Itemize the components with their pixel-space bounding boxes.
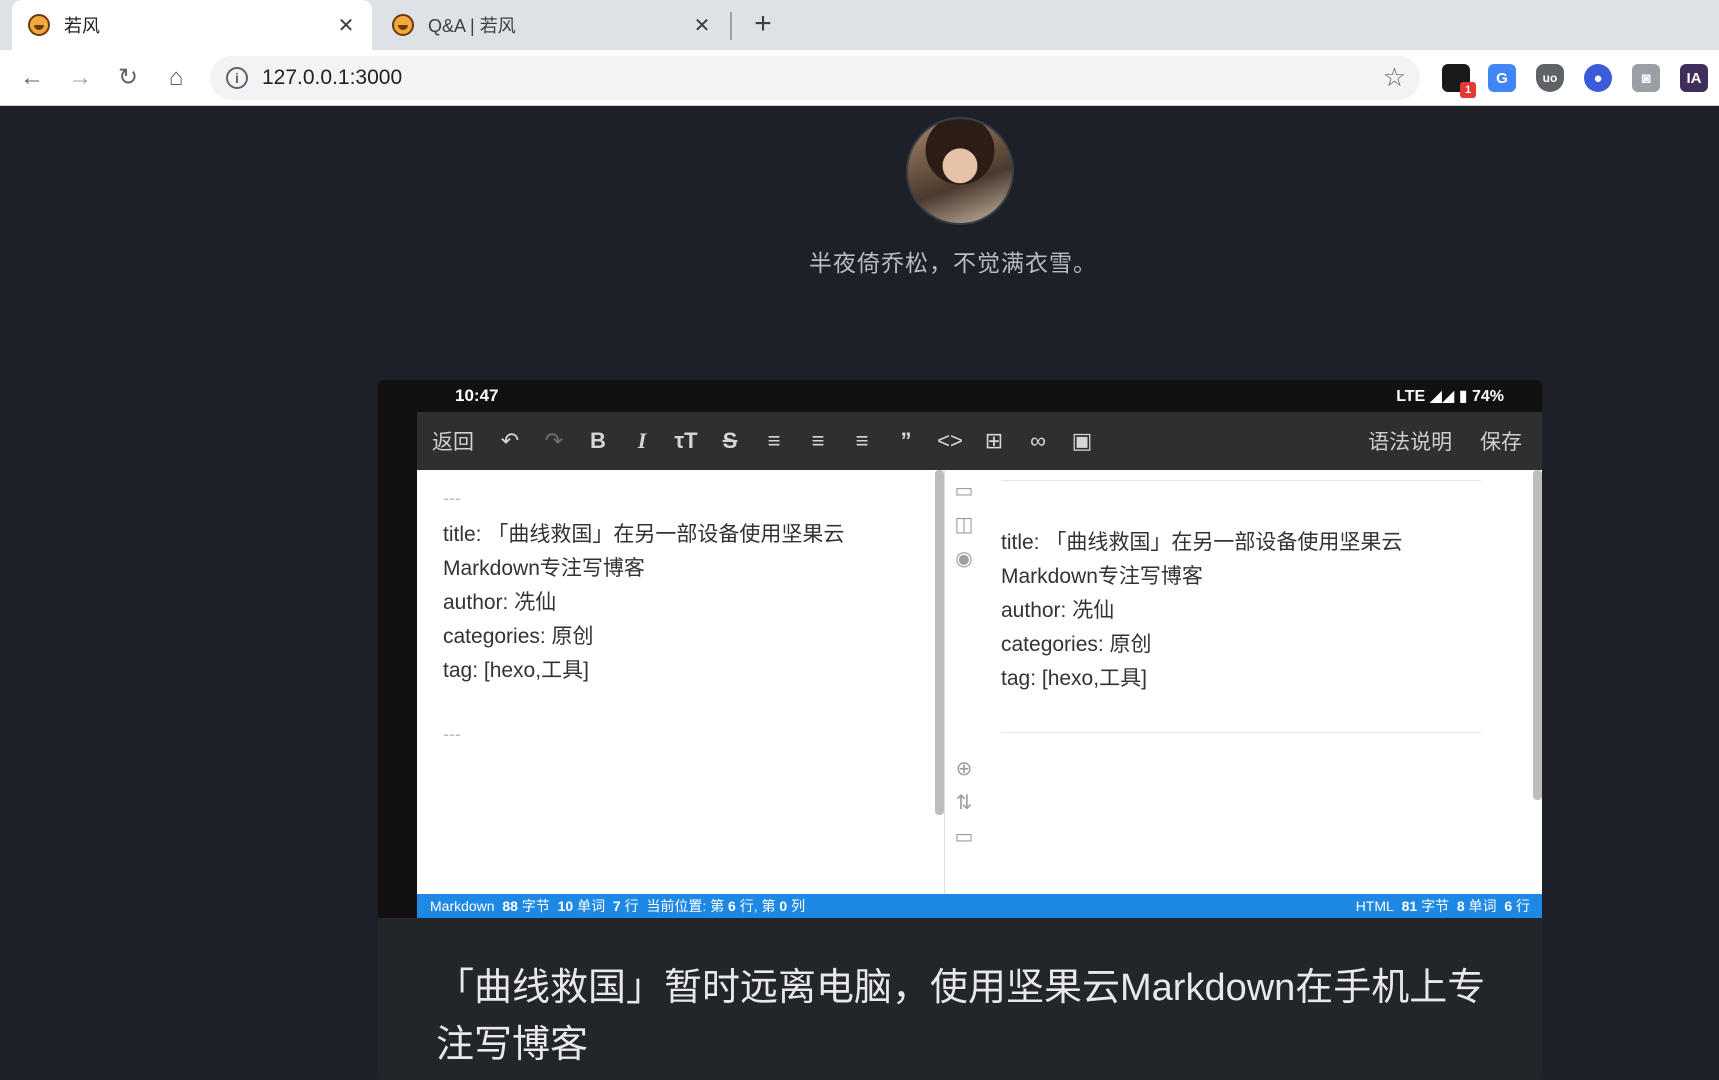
frontmatter-delimiter: --- <box>443 488 461 508</box>
frontmatter-rule <box>1001 480 1481 481</box>
heading-icon: τT <box>674 428 698 453</box>
preview-line: categories: 原创 <box>1001 633 1152 656</box>
single-pane-icon: ▭ <box>954 480 974 502</box>
close-tab-icon[interactable]: ✕ <box>334 13 358 37</box>
frontmatter-rule <box>1001 732 1481 733</box>
view-mode-rail: ▭ ◫ ◉ ⊕ ⇅ ▭ <box>944 470 981 894</box>
notification-extension-icon[interactable]: 1 <box>1442 64 1476 98</box>
forward-arrow-icon[interactable]: → <box>64 62 96 94</box>
undo-icon: ↶ <box>500 428 520 453</box>
strikethrough-icon: S <box>722 428 738 453</box>
markdown-line: tag: [hexo,工具] <box>443 659 589 682</box>
url-text[interactable]: 127.0.0.1:3000 <box>262 66 402 90</box>
redo-icon: ↷ <box>544 428 564 453</box>
split-pane-icon: ◫ <box>954 514 974 536</box>
tab-qa[interactable]: Q&A | 若风 ✕ <box>376 0 728 50</box>
source-scrollbar <box>935 470 944 815</box>
toggle-footer-icon: ▭ <box>954 826 974 848</box>
site-favicon-icon <box>392 14 414 36</box>
github-extension-icon[interactable]: ● <box>1584 64 1612 92</box>
tab-title: Q&A | 若风 <box>428 16 516 36</box>
markdown-line: categories: 原创 <box>443 625 594 648</box>
preview-scrollbar <box>1533 470 1542 800</box>
markdown-editor-toolbar: 返回 ↶ ↷ B I τT S ≡ ≡ ≡ ” <> ⊞ ∞ ▣ 语法说明 保存 <box>417 412 1542 470</box>
html-stats: HTML 81 字节 8 单词 6 行 <box>1355 898 1530 914</box>
code-icon: <> <box>937 428 963 453</box>
ia-extension-icon[interactable]: IA <box>1680 64 1708 92</box>
browser-tab-strip: 若风 ✕ Q&A | 若风 ✕ + <box>0 0 1719 50</box>
back-button: 返回 <box>432 431 474 454</box>
preview-line: Markdown专注写博客 <box>1001 565 1203 588</box>
image-icon: ▣ <box>1071 428 1093 453</box>
phone-status-bar: 10:47 LTE ◢◢ ▮ 74% <box>378 380 1542 412</box>
author-avatar[interactable] <box>906 117 1014 225</box>
site-favicon-icon <box>28 14 50 36</box>
html-preview-pane: title: 「曲线救国」在另一部设备使用坚果云 Markdown专注写博客 a… <box>981 470 1542 894</box>
post-cover-screenshot: 10:47 LTE ◢◢ ▮ 74% 返回 ↶ ↷ B I τT S ≡ ≡ ≡… <box>378 380 1542 918</box>
quote-icon: ” <box>900 428 912 453</box>
post-card[interactable]: 10:47 LTE ◢◢ ▮ 74% 返回 ↶ ↷ B I τT S ≡ ≡ ≡… <box>378 380 1542 1080</box>
tab-divider <box>730 12 732 40</box>
markdown-line: title: 「曲线救国」在另一部设备使用坚果云 <box>443 523 845 546</box>
editor-status-bar: Markdown 88 字节 10 单词 7 行 当前位置: 第 6 行, 第 … <box>417 894 1542 918</box>
site-motto: 半夜倚乔松，不觉满衣雪。 <box>809 250 1097 276</box>
reload-icon[interactable]: ↻ <box>112 62 144 94</box>
markdown-line: author: 冼仙 <box>443 591 557 614</box>
syntax-help-button: 语法说明 <box>1368 431 1453 454</box>
markdown-stats: Markdown 88 字节 10 单词 7 行 当前位置: 第 6 行, 第 … <box>430 898 806 914</box>
bookmark-star-icon[interactable]: ☆ <box>1383 62 1406 93</box>
phone-time: 10:47 <box>455 386 499 405</box>
tab-ruofeng[interactable]: 若风 ✕ <box>12 0 372 50</box>
translate-extension-icon[interactable]: G <box>1488 64 1516 92</box>
table-icon: ⊞ <box>984 428 1004 453</box>
sync-scroll-icon: ⊕ <box>955 758 973 780</box>
address-bar[interactable]: i 127.0.0.1:3000 ☆ <box>210 56 1420 100</box>
frontmatter-delimiter: --- <box>443 724 461 744</box>
home-icon[interactable]: ⌂ <box>160 62 192 94</box>
preview-line: title: 「曲线救国」在另一部设备使用坚果云 <box>1001 531 1403 554</box>
ublock-extension-icon[interactable]: uo <box>1536 64 1564 92</box>
bullet-list-icon: ≡ <box>767 428 781 453</box>
task-list-icon: ≡ <box>855 428 869 453</box>
preview-line: author: 冼仙 <box>1001 599 1115 622</box>
markdown-line: Markdown专注写博客 <box>443 557 645 580</box>
preview-line: tag: [hexo,工具] <box>1001 667 1147 690</box>
bold-icon: B <box>590 428 606 453</box>
post-title-link[interactable]: 「曲线救国」暂时远离电脑，使用坚果云Markdown在手机上专注写博客 <box>436 960 1496 1074</box>
site-info-icon[interactable]: i <box>226 67 248 89</box>
notification-badge: 1 <box>1460 82 1476 98</box>
back-arrow-icon[interactable]: ← <box>16 62 48 94</box>
numbered-list-icon: ≡ <box>811 428 825 453</box>
tab-title: 若风 <box>64 16 100 36</box>
save-button: 保存 <box>1480 431 1522 454</box>
camera-extension-icon[interactable]: ◙ <box>1632 64 1660 92</box>
close-tab-icon[interactable]: ✕ <box>690 13 714 37</box>
link-icon: ∞ <box>1030 428 1046 453</box>
collapse-icon: ⇅ <box>955 792 973 814</box>
italic-icon: I <box>637 428 647 453</box>
markdown-source-pane: --- title: 「曲线救国」在另一部设备使用坚果云 Markdown专注写… <box>417 470 944 894</box>
new-tab-button[interactable]: + <box>748 9 778 40</box>
browser-toolbar: ← → ↻ ⌂ i 127.0.0.1:3000 ☆ 1 G uo ● ◙ IA <box>0 50 1719 106</box>
preview-eye-icon: ◉ <box>955 548 973 570</box>
phone-status-indicators: LTE ◢◢ ▮ 74% <box>1396 388 1504 405</box>
